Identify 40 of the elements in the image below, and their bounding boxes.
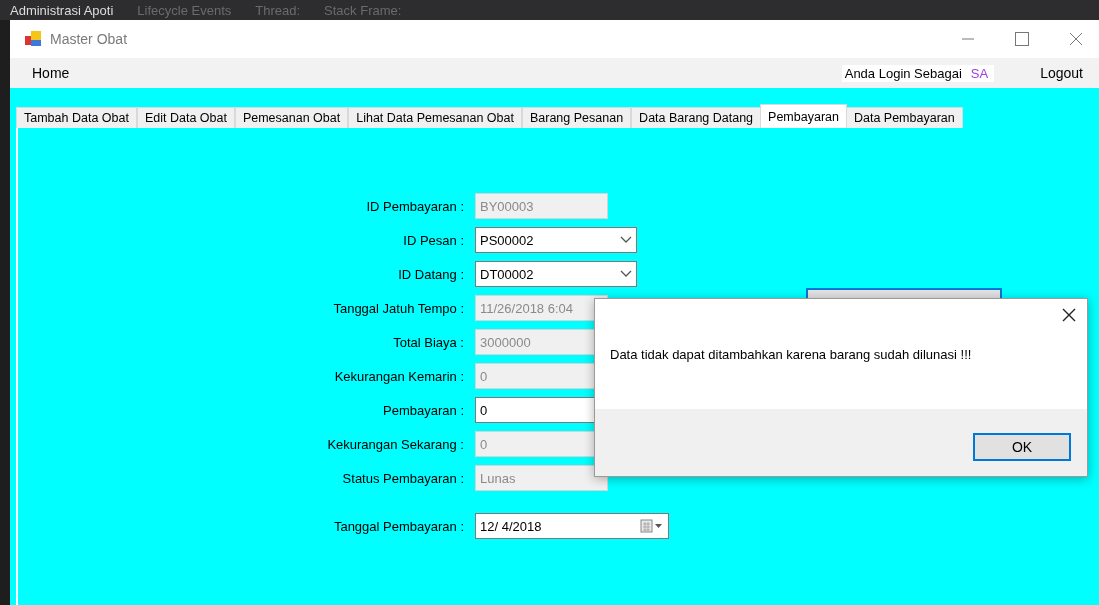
minimize-icon [962, 38, 974, 40]
date-picker[interactable]: 12/ 4/2018 [475, 513, 669, 539]
field-label: Pembayaran : [383, 402, 464, 418]
tab[interactable]: Barang Pesanan [521, 107, 632, 128]
toolbar-text: Stack Frame: [324, 2, 402, 18]
tab[interactable]: Pembayaran [760, 104, 847, 128]
toolbar-text: Thread: [255, 2, 301, 18]
tab[interactable]: Edit Data Obat [136, 107, 235, 128]
user-name: SA [964, 64, 995, 82]
close-icon [1069, 32, 1083, 46]
field-label: Kekurangan Kemarin : [334, 368, 464, 384]
tab[interactable]: Data Barang Datang [631, 107, 762, 128]
field-label: ID Pembayaran : [366, 198, 464, 214]
calendar-dropdown-icon[interactable] [640, 519, 664, 533]
login-label: Anda Login Sebagai [841, 64, 965, 82]
toolbar-text: Administrasi Apoti [10, 2, 114, 18]
field-label: ID Datang : [398, 266, 464, 282]
dropdown-field[interactable]: PS00002 [475, 227, 637, 253]
field-label: Total Biaya : [393, 334, 464, 350]
tab[interactable]: Lihat Data Pemesanan Obat [348, 107, 522, 128]
field-label: Status Pembayaran : [342, 470, 464, 486]
field-label: ID Pesan : [403, 232, 464, 248]
close-icon[interactable] [1061, 307, 1077, 323]
menu-item[interactable]: Logout [1030, 61, 1093, 85]
field-label: Kekurangan Sekarang : [327, 436, 464, 452]
field-label: Tanggal Pembayaran : [333, 518, 464, 534]
field-label: Tanggal Jatuh Tempo : [333, 300, 464, 316]
tab[interactable]: Data Pembayaran [845, 107, 963, 128]
chevron-down-icon [620, 270, 632, 278]
tab[interactable]: Tambah Data Obat [16, 107, 137, 128]
tab[interactable]: Pemesanan Obat [234, 107, 349, 128]
window-title: Master Obat [50, 31, 129, 47]
chevron-down-icon [620, 236, 632, 244]
dialog-message: Data tidak dapat ditambahkan karena barang sudah dilunasi !!! [609, 346, 973, 364]
dropdown-field[interactable]: DT00002 [475, 261, 637, 287]
menu-item[interactable]: Home [22, 61, 80, 85]
app-icon [24, 30, 42, 48]
ok-button[interactable]: OK [973, 432, 1071, 461]
toolbar-text: Lifecycle Events [137, 2, 232, 18]
maximize-icon [1015, 32, 1029, 46]
